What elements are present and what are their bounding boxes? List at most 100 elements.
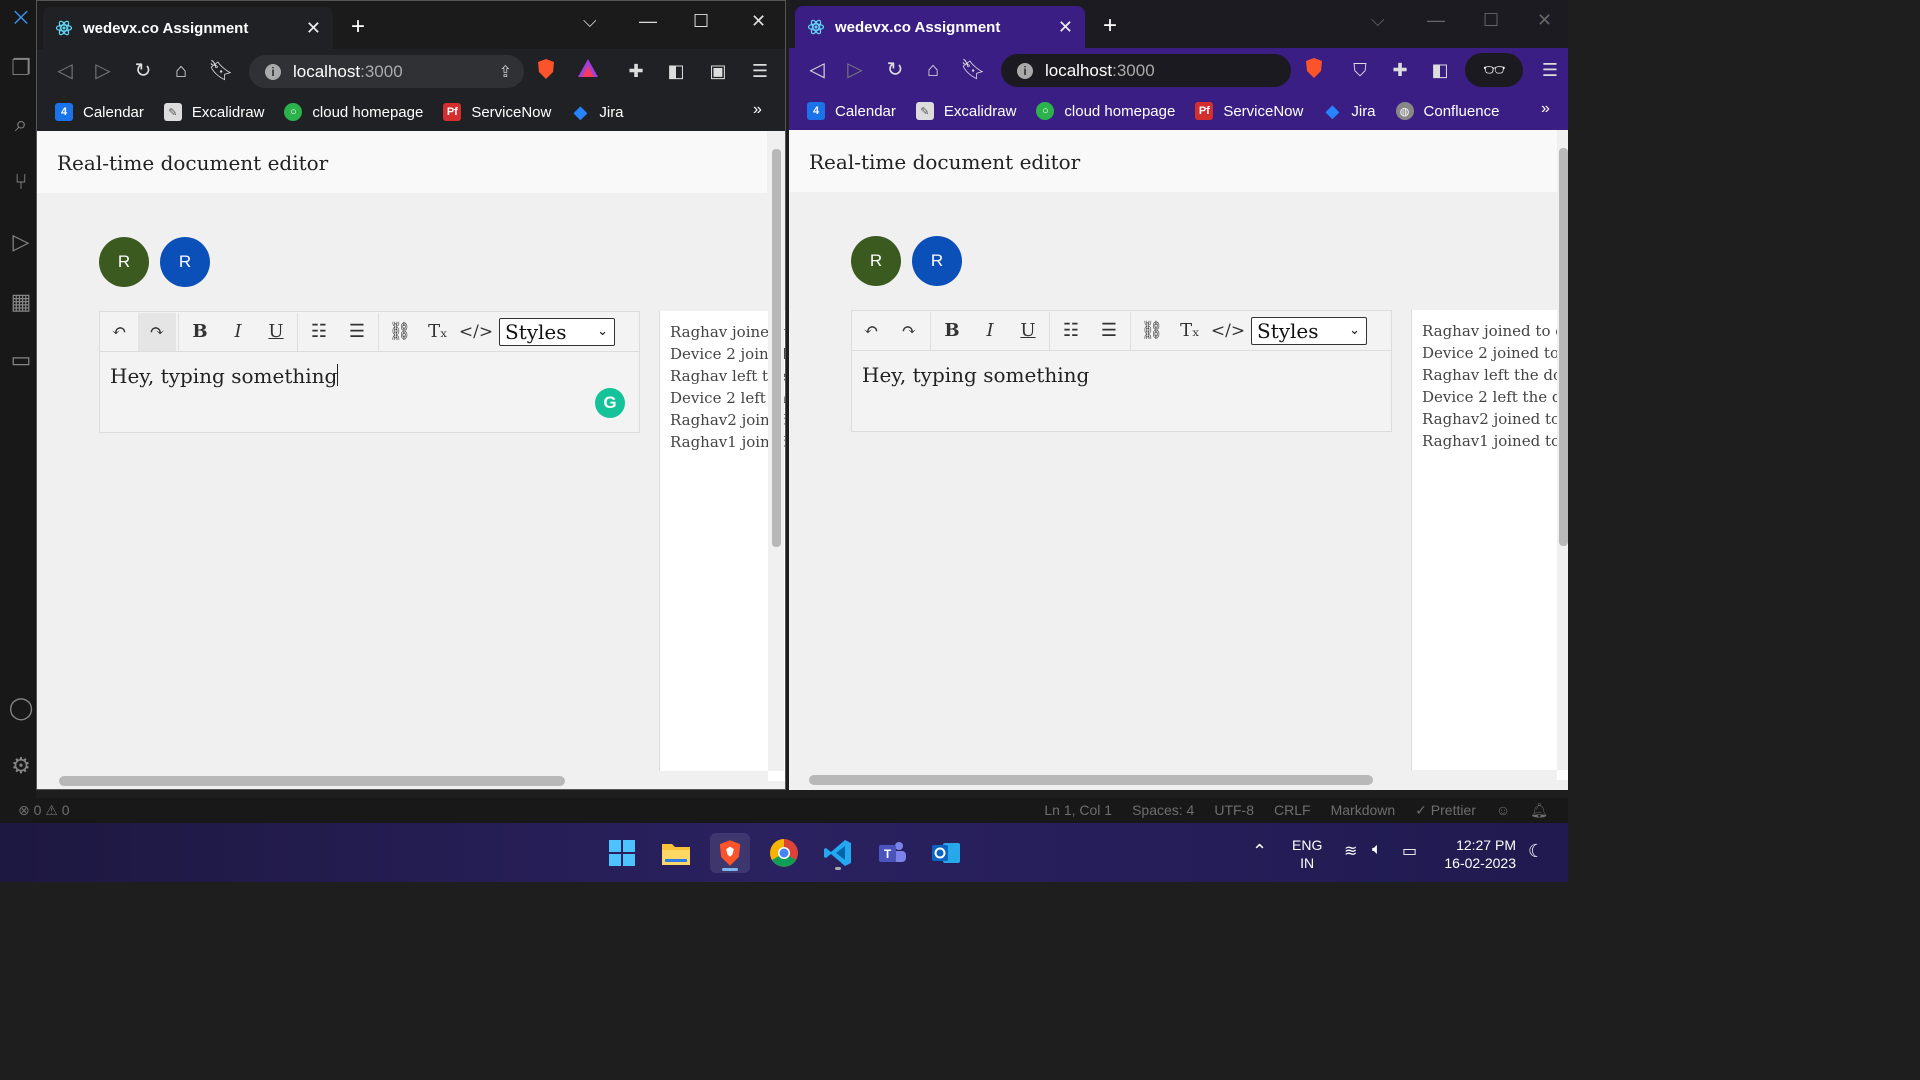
browser-tab[interactable]: wedevx.co Assignment ✕ <box>43 7 333 49</box>
brave-shields-icon[interactable] <box>533 58 559 84</box>
bulleted-list-icon[interactable]: ☰ <box>1090 312 1128 350</box>
address-bar[interactable]: i localhost:3000 ⇪ <box>249 55 524 88</box>
redo-button[interactable]: ↷ <box>890 312 928 350</box>
bookmark-cloud-homepage[interactable]: ○ cloud homepage <box>1036 102 1175 120</box>
home-button[interactable]: ⌂ <box>919 56 947 84</box>
bookmark-button[interactable]: 🔖︎ <box>959 56 987 84</box>
undo-button[interactable]: ↶ <box>852 312 890 350</box>
underline-button[interactable]: U <box>1009 312 1047 350</box>
link-icon[interactable]: ⛓ <box>381 313 419 351</box>
bookmark-excalidraw[interactable]: ✎ Excalidraw <box>915 102 1016 120</box>
new-tab-button[interactable]: + <box>1103 14 1117 38</box>
debug-icon[interactable]: ▷ <box>8 230 34 256</box>
back-button[interactable]: ◁ <box>803 56 831 84</box>
underline-button[interactable]: U <box>257 313 295 351</box>
private-window-glasses-icon[interactable]: 👓︎ <box>1465 53 1523 87</box>
bookmark-calendar[interactable]: 4 Calendar <box>807 102 896 120</box>
browser-tab[interactable]: wedevx.co Assignment ✕ <box>795 6 1085 48</box>
editor-content[interactable]: Hey, typing something <box>862 363 1089 387</box>
cursor-position[interactable]: Ln 1, Col 1 <box>1044 802 1112 819</box>
remote-explorer-icon[interactable]: ▭ <box>8 348 34 374</box>
prettier-status[interactable]: ✓ Prettier <box>1415 802 1476 819</box>
bookmark-jira[interactable]: ◆ Jira <box>571 102 623 122</box>
italic-button[interactable]: I <box>971 312 1009 350</box>
user-avatar-1[interactable]: R <box>851 236 901 286</box>
numbered-list-icon[interactable]: ☷ <box>1052 312 1090 350</box>
reload-button[interactable]: ↻ <box>881 56 909 84</box>
bulleted-list-icon[interactable]: ☰ <box>338 313 376 351</box>
problems-indicator[interactable]: ⊗ 0 ⚠ 0 <box>18 802 70 819</box>
notifications-bell-icon[interactable]: 🔔︎ <box>1530 802 1548 819</box>
tab-search-chevron-icon[interactable]: ⌵ <box>1371 10 1385 31</box>
indentation[interactable]: Spaces: 4 <box>1132 802 1194 819</box>
home-button[interactable]: ⌂ <box>167 57 195 85</box>
site-info-icon[interactable]: i <box>1017 62 1033 79</box>
bookmark-cloud-homepage[interactable]: ○ cloud homepage <box>284 103 423 121</box>
battery-icon[interactable]: ▭ <box>1402 841 1417 900</box>
settings-gear-icon[interactable]: ⚙ <box>8 754 34 780</box>
horizontal-scroll-thumb[interactable] <box>809 775 1373 785</box>
undo-button[interactable]: ↶ <box>100 313 138 351</box>
sidebar-toggle-icon[interactable]: ◧ <box>1427 57 1453 83</box>
menu-icon[interactable]: ☰ <box>1537 57 1563 83</box>
brave-rewards-icon[interactable] <box>575 58 601 84</box>
account-icon[interactable]: ◯ <box>8 696 34 722</box>
sidebar-toggle-icon[interactable]: ◧ <box>663 58 689 84</box>
volume-icon[interactable]: 🔈︎ <box>1372 841 1382 900</box>
vertical-scrollbar[interactable] <box>768 131 784 771</box>
more-bookmarks-icon[interactable]: » <box>1541 100 1550 118</box>
address-bar[interactable]: i localhost:3000 <box>1001 54 1291 87</box>
forward-button[interactable]: ▷ <box>89 57 117 85</box>
horizontal-scrollbar[interactable] <box>789 770 1557 790</box>
vertical-scrollbar[interactable] <box>1557 130 1568 770</box>
maximize-button[interactable]: ☐ <box>693 11 709 32</box>
new-tab-button[interactable]: + <box>351 15 365 39</box>
site-info-icon[interactable]: i <box>265 63 281 80</box>
grammarly-icon[interactable]: G <box>595 388 625 418</box>
user-avatar-2[interactable]: R <box>912 236 962 286</box>
bookmark-excalidraw[interactable]: ✎ Excalidraw <box>163 103 264 121</box>
more-bookmarks-icon[interactable]: » <box>753 101 762 119</box>
windows-start-icon[interactable] <box>602 833 642 873</box>
bold-button[interactable]: B <box>933 312 971 350</box>
teams-icon[interactable]: T <box>872 833 912 873</box>
reload-button[interactable]: ↻ <box>129 57 157 85</box>
horizontal-scroll-thumb[interactable] <box>59 776 565 786</box>
language-indicator[interactable]: ENG IN <box>1292 836 1322 895</box>
encoding[interactable]: UTF-8 <box>1214 802 1254 819</box>
code-icon[interactable]: </> <box>1209 312 1247 350</box>
vscode-icon[interactable] <box>818 833 858 873</box>
bookmark-servicenow[interactable]: Pf ServiceNow <box>443 103 551 121</box>
bookmark-confluence[interactable]: ◍ Confluence <box>1395 102 1499 120</box>
bold-button[interactable]: B <box>181 313 219 351</box>
bookmark-calendar[interactable]: 4 Calendar <box>55 103 144 121</box>
italic-button[interactable]: I <box>219 313 257 351</box>
bookmark-button[interactable]: 🔖︎ <box>207 57 235 85</box>
ublock-shield-icon[interactable]: ⛉ <box>1347 57 1373 83</box>
remove-format-icon[interactable]: Tₓ <box>419 313 457 351</box>
maximize-button[interactable]: ☐ <box>1483 10 1499 31</box>
horizontal-scrollbar[interactable] <box>37 771 768 789</box>
wifi-icon[interactable]: ≋ <box>1344 841 1357 900</box>
close-window-button[interactable]: ✕ <box>1537 10 1552 31</box>
code-icon[interactable]: </> <box>457 313 495 351</box>
styles-dropdown[interactable]: Styles ⌄ <box>499 317 615 346</box>
menu-icon[interactable]: ☰ <box>747 58 773 84</box>
link-icon[interactable]: ⛓ <box>1133 312 1171 350</box>
tab-close-icon[interactable]: ✕ <box>306 18 321 39</box>
show-hidden-icons-chevron-icon[interactable]: ⌃ <box>1252 841 1267 900</box>
forward-button[interactable]: ▷ <box>841 56 869 84</box>
styles-dropdown[interactable]: Styles ⌄ <box>1251 316 1367 345</box>
wallet-icon[interactable]: ▣ <box>705 58 731 84</box>
numbered-list-icon[interactable]: ☷ <box>300 313 338 351</box>
tab-close-icon[interactable]: ✕ <box>1058 17 1073 38</box>
source-control-icon[interactable]: ⑂ <box>8 170 34 196</box>
outlook-icon[interactable] <box>926 833 966 873</box>
minimize-button[interactable]: — <box>639 11 657 32</box>
feedback-icon[interactable]: ☺ <box>1496 802 1510 819</box>
share-icon[interactable]: ⇪ <box>499 62 512 82</box>
extensions-puzzle-icon[interactable]: ✚ <box>1387 57 1413 83</box>
remove-format-icon[interactable]: Tₓ <box>1171 312 1209 350</box>
back-button[interactable]: ◁ <box>51 57 79 85</box>
brave-shields-icon[interactable] <box>1301 57 1327 83</box>
